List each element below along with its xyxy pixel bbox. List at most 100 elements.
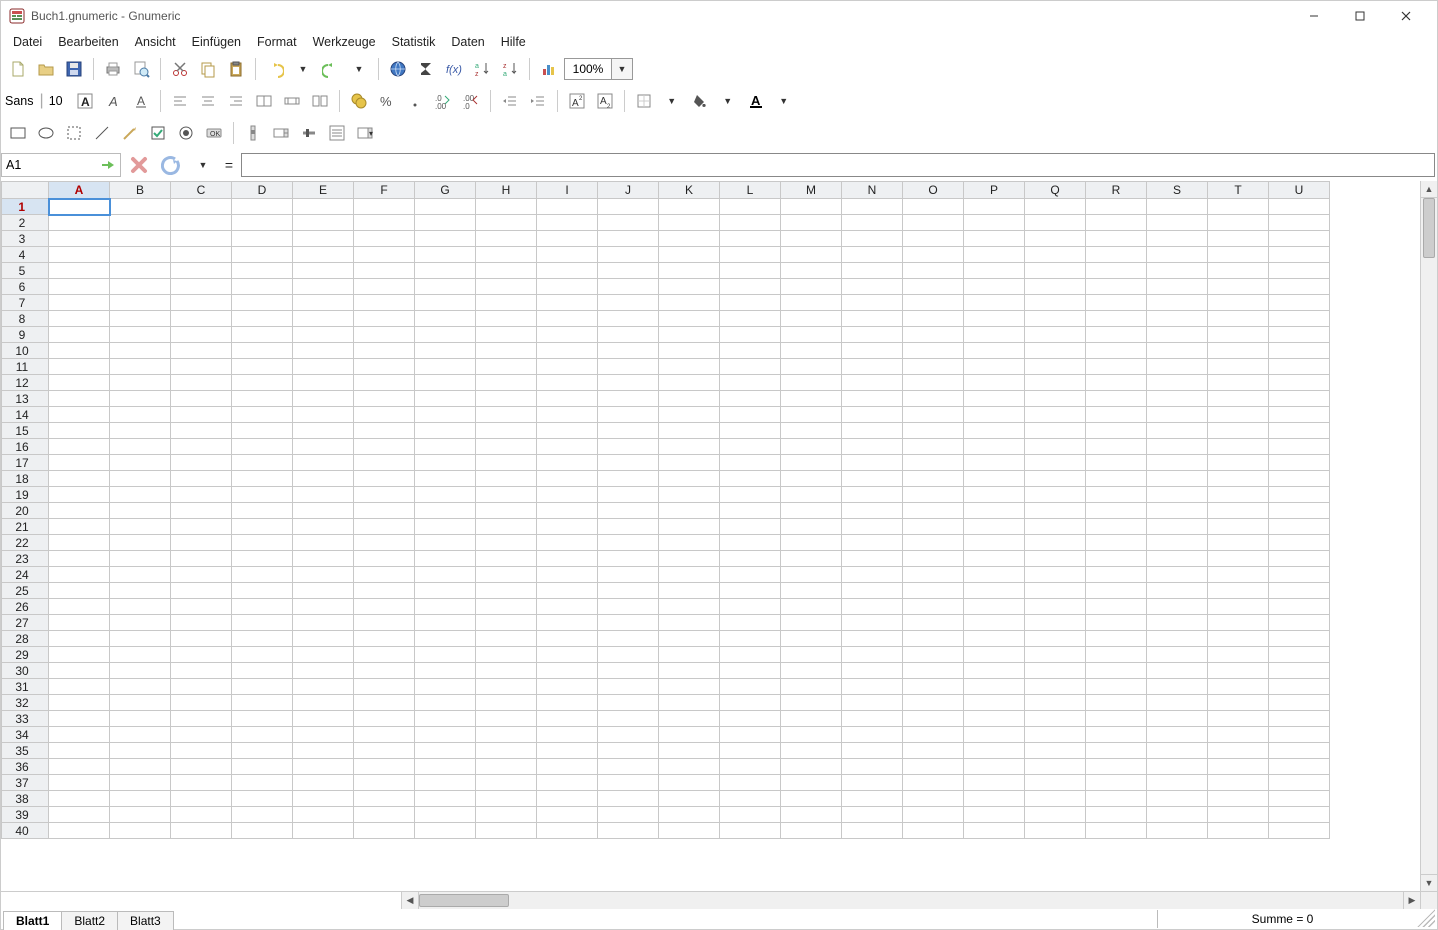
- cell-O7[interactable]: [903, 295, 964, 311]
- cell-D18[interactable]: [232, 471, 293, 487]
- cell-K35[interactable]: [659, 743, 720, 759]
- cell-B36[interactable]: [110, 759, 171, 775]
- row-header-21[interactable]: 21: [2, 519, 49, 535]
- cell-D9[interactable]: [232, 327, 293, 343]
- cell-I18[interactable]: [537, 471, 598, 487]
- cell-H6[interactable]: [476, 279, 537, 295]
- cell-B23[interactable]: [110, 551, 171, 567]
- cell-G11[interactable]: [415, 359, 476, 375]
- cell-P19[interactable]: [964, 487, 1025, 503]
- cell-S10[interactable]: [1147, 343, 1208, 359]
- menu-daten[interactable]: Daten: [443, 33, 492, 51]
- cell-R21[interactable]: [1086, 519, 1147, 535]
- cell-F28[interactable]: [354, 631, 415, 647]
- cell-L24[interactable]: [720, 567, 781, 583]
- cell-J17[interactable]: [598, 455, 659, 471]
- cell-R38[interactable]: [1086, 791, 1147, 807]
- cell-R7[interactable]: [1086, 295, 1147, 311]
- cell-H7[interactable]: [476, 295, 537, 311]
- column-header-T[interactable]: T: [1208, 182, 1269, 199]
- menu-bearbeiten[interactable]: Bearbeiten: [50, 33, 126, 51]
- cell-D36[interactable]: [232, 759, 293, 775]
- cell-S11[interactable]: [1147, 359, 1208, 375]
- cell-J39[interactable]: [598, 807, 659, 823]
- cell-P3[interactable]: [964, 231, 1025, 247]
- cell-J36[interactable]: [598, 759, 659, 775]
- hyperlink-button[interactable]: [385, 56, 411, 82]
- row-header-33[interactable]: 33: [2, 711, 49, 727]
- cell-A12[interactable]: [49, 375, 110, 391]
- cell-E13[interactable]: [293, 391, 354, 407]
- cell-L8[interactable]: [720, 311, 781, 327]
- cell-O16[interactable]: [903, 439, 964, 455]
- decrease-indent-button[interactable]: [497, 88, 523, 114]
- cell-J6[interactable]: [598, 279, 659, 295]
- cell-H22[interactable]: [476, 535, 537, 551]
- cell-R39[interactable]: [1086, 807, 1147, 823]
- cell-K18[interactable]: [659, 471, 720, 487]
- center-across-button[interactable]: [251, 88, 277, 114]
- cell-E18[interactable]: [293, 471, 354, 487]
- cell-P1[interactable]: [964, 199, 1025, 215]
- cell-G8[interactable]: [415, 311, 476, 327]
- cell-R34[interactable]: [1086, 727, 1147, 743]
- cell-G6[interactable]: [415, 279, 476, 295]
- cell-C4[interactable]: [171, 247, 232, 263]
- cell-U35[interactable]: [1269, 743, 1330, 759]
- cell-M27[interactable]: [781, 615, 842, 631]
- cell-T35[interactable]: [1208, 743, 1269, 759]
- formula-input[interactable]: [241, 153, 1435, 177]
- cell-K19[interactable]: [659, 487, 720, 503]
- cell-M31[interactable]: [781, 679, 842, 695]
- cell-H11[interactable]: [476, 359, 537, 375]
- cell-G3[interactable]: [415, 231, 476, 247]
- cell-J38[interactable]: [598, 791, 659, 807]
- cell-A31[interactable]: [49, 679, 110, 695]
- cell-T33[interactable]: [1208, 711, 1269, 727]
- cell-B5[interactable]: [110, 263, 171, 279]
- cell-C7[interactable]: [171, 295, 232, 311]
- cell-A33[interactable]: [49, 711, 110, 727]
- column-header-F[interactable]: F: [354, 182, 415, 199]
- undo-button[interactable]: [262, 56, 288, 82]
- cell-U2[interactable]: [1269, 215, 1330, 231]
- cell-P28[interactable]: [964, 631, 1025, 647]
- cell-T16[interactable]: [1208, 439, 1269, 455]
- column-header-N[interactable]: N: [842, 182, 903, 199]
- cell-B35[interactable]: [110, 743, 171, 759]
- cell-L21[interactable]: [720, 519, 781, 535]
- cell-I39[interactable]: [537, 807, 598, 823]
- cell-B15[interactable]: [110, 423, 171, 439]
- cell-K23[interactable]: [659, 551, 720, 567]
- cell-D34[interactable]: [232, 727, 293, 743]
- accept-dropdown[interactable]: ▼: [189, 153, 217, 177]
- cell-J30[interactable]: [598, 663, 659, 679]
- cell-H29[interactable]: [476, 647, 537, 663]
- cell-H19[interactable]: [476, 487, 537, 503]
- cell-O11[interactable]: [903, 359, 964, 375]
- cell-N5[interactable]: [842, 263, 903, 279]
- cell-I13[interactable]: [537, 391, 598, 407]
- cell-I35[interactable]: [537, 743, 598, 759]
- cell-L12[interactable]: [720, 375, 781, 391]
- cell-N38[interactable]: [842, 791, 903, 807]
- cell-E30[interactable]: [293, 663, 354, 679]
- cell-L26[interactable]: [720, 599, 781, 615]
- cell-G4[interactable]: [415, 247, 476, 263]
- cell-L35[interactable]: [720, 743, 781, 759]
- frame-tool[interactable]: [61, 120, 87, 146]
- cell-O1[interactable]: [903, 199, 964, 215]
- cell-N18[interactable]: [842, 471, 903, 487]
- scroll-right-arrow[interactable]: ▶: [1403, 892, 1420, 909]
- cell-B19[interactable]: [110, 487, 171, 503]
- cell-N40[interactable]: [842, 823, 903, 839]
- cell-G31[interactable]: [415, 679, 476, 695]
- cell-R18[interactable]: [1086, 471, 1147, 487]
- cell-K10[interactable]: [659, 343, 720, 359]
- zoom-dropdown[interactable]: ▼: [611, 58, 633, 80]
- cell-R36[interactable]: [1086, 759, 1147, 775]
- cell-R6[interactable]: [1086, 279, 1147, 295]
- save-file-button[interactable]: [61, 56, 87, 82]
- cell-R4[interactable]: [1086, 247, 1147, 263]
- cell-Q33[interactable]: [1025, 711, 1086, 727]
